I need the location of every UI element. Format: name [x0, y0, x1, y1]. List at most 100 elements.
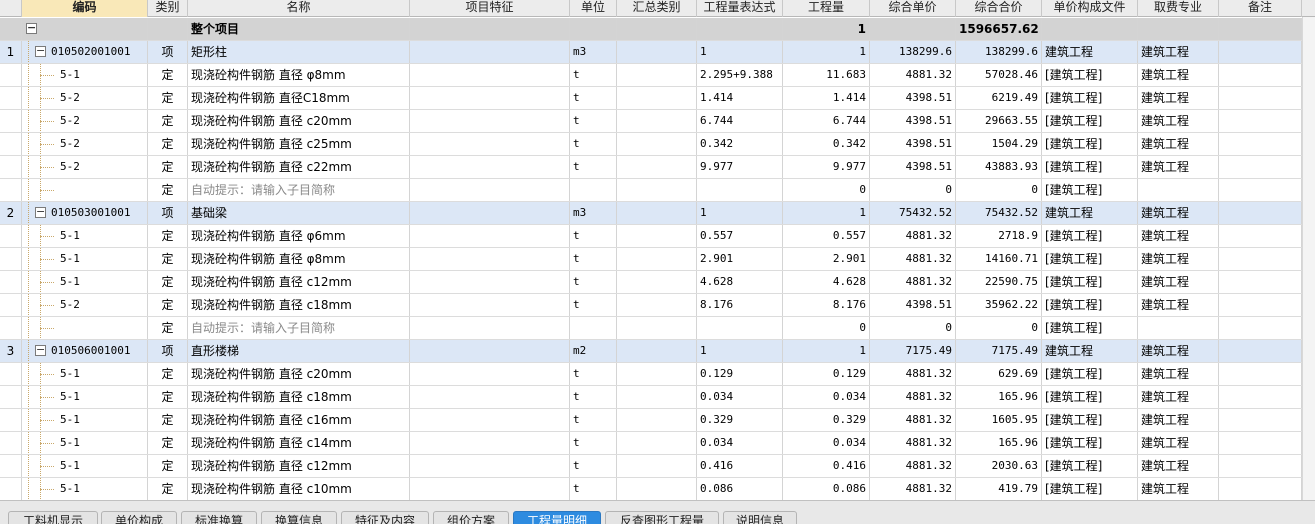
cell-uprice[interactable]: 4881.32: [870, 432, 956, 454]
tab-2[interactable]: 单价构成: [101, 511, 177, 524]
cell-idx[interactable]: [0, 432, 22, 454]
quota-row[interactable]: 5-2 定现浇砼构件钢筋 直径 c20mm t 6.744 6.744 4398.51 29…: [0, 110, 1315, 133]
cell-feature[interactable]: [410, 294, 570, 316]
cell-uprice[interactable]: 4398.51: [870, 156, 956, 178]
column-header-total[interactable]: 综合合价: [956, 0, 1042, 17]
cell-name[interactable]: 现浇砼构件钢筋 直径 c25mm: [188, 133, 410, 155]
cell-major[interactable]: [1138, 18, 1219, 40]
cell-type[interactable]: 定: [148, 294, 188, 316]
cell-summary[interactable]: [617, 133, 697, 155]
cell-file[interactable]: [建筑工程]: [1042, 225, 1138, 247]
cell-summary[interactable]: [617, 363, 697, 385]
cell-name[interactable]: 现浇砼构件钢筋 直径 c18mm: [188, 386, 410, 408]
cell-code[interactable]: −: [22, 18, 148, 40]
cell-total[interactable]: 419.79: [956, 478, 1042, 500]
cell-code[interactable]: 5-1: [22, 225, 148, 247]
cell-uprice[interactable]: 4398.51: [870, 87, 956, 109]
cell-type[interactable]: 定: [148, 409, 188, 431]
cell-type[interactable]: 定: [148, 271, 188, 293]
cell-name[interactable]: 自动提示：请输入子目简称: [188, 317, 410, 339]
cell-major[interactable]: 建筑工程: [1138, 409, 1219, 431]
cell-idx[interactable]: 3: [0, 340, 22, 362]
cell-uprice[interactable]: 4398.51: [870, 133, 956, 155]
cell-qty[interactable]: 0.129: [783, 363, 870, 385]
cell-major[interactable]: 建筑工程: [1138, 432, 1219, 454]
cell-expr[interactable]: 2.901: [697, 248, 783, 270]
cell-uprice[interactable]: 4881.32: [870, 478, 956, 500]
cell-type[interactable]: 定: [148, 110, 188, 132]
cell-file[interactable]: [建筑工程]: [1042, 317, 1138, 339]
cell-type[interactable]: 定: [148, 455, 188, 477]
cell-note[interactable]: [1219, 271, 1302, 293]
cell-name[interactable]: 矩形柱: [188, 41, 410, 63]
cell-uprice[interactable]: 4881.32: [870, 409, 956, 431]
cell-uprice[interactable]: 4881.32: [870, 271, 956, 293]
bill-item-row[interactable]: 1−010502001001 项矩形柱 m3 1 1 138299.6 138299.6 建筑…: [0, 41, 1315, 64]
bill-item-row[interactable]: 2−010503001001 项基础梁 m3 1 1 75432.52 75432.52 建筑…: [0, 202, 1315, 225]
cell-major[interactable]: 建筑工程: [1138, 363, 1219, 385]
cell-note[interactable]: [1219, 248, 1302, 270]
cell-note[interactable]: [1219, 409, 1302, 431]
cell-unit[interactable]: [570, 179, 617, 201]
cell-code[interactable]: 5-2: [22, 133, 148, 155]
cell-qty[interactable]: 2.901: [783, 248, 870, 270]
cell-note[interactable]: [1219, 317, 1302, 339]
cell-expr[interactable]: 0.034: [697, 386, 783, 408]
cell-idx[interactable]: [0, 179, 22, 201]
cell-feature[interactable]: [410, 271, 570, 293]
cell-note[interactable]: [1219, 179, 1302, 201]
cell-name[interactable]: 现浇砼构件钢筋 直径 c12mm: [188, 455, 410, 477]
cell-note[interactable]: [1219, 386, 1302, 408]
cell-unit[interactable]: m2: [570, 340, 617, 362]
cell-name[interactable]: 现浇砼构件钢筋 直径 c10mm: [188, 478, 410, 500]
bill-item-row[interactable]: 3−010506001001 项直形楼梯 m2 1 1 7175.49 7175.49 建筑工…: [0, 340, 1315, 363]
cell-note[interactable]: [1219, 432, 1302, 454]
collapse-icon[interactable]: −: [26, 22, 37, 34]
cell-file[interactable]: [建筑工程]: [1042, 409, 1138, 431]
cell-type[interactable]: 定: [148, 225, 188, 247]
cell-unit[interactable]: t: [570, 432, 617, 454]
cell-major[interactable]: 建筑工程: [1138, 87, 1219, 109]
cell-note[interactable]: [1219, 87, 1302, 109]
cell-major[interactable]: 建筑工程: [1138, 41, 1219, 63]
cell-idx[interactable]: [0, 156, 22, 178]
cell-file[interactable]: [建筑工程]: [1042, 87, 1138, 109]
cell-feature[interactable]: [410, 225, 570, 247]
cell-note[interactable]: [1219, 225, 1302, 247]
cell-file[interactable]: [建筑工程]: [1042, 64, 1138, 86]
cell-total[interactable]: 57028.46: [956, 64, 1042, 86]
tab-1[interactable]: 工料机显示: [8, 511, 98, 524]
cell-summary[interactable]: [617, 455, 697, 477]
cell-expr[interactable]: 0.034: [697, 432, 783, 454]
cell-code[interactable]: 5-1: [22, 386, 148, 408]
column-header-major[interactable]: 取费专业: [1138, 0, 1219, 17]
cell-major[interactable]: 建筑工程: [1138, 271, 1219, 293]
cell-name[interactable]: 基础梁: [188, 202, 410, 224]
cell-uprice[interactable]: 4881.32: [870, 386, 956, 408]
tab-4[interactable]: 换算信息: [261, 511, 337, 524]
cell-major[interactable]: 建筑工程: [1138, 294, 1219, 316]
cell-summary[interactable]: [617, 87, 697, 109]
cell-expr[interactable]: 4.628: [697, 271, 783, 293]
cell-idx[interactable]: [0, 294, 22, 316]
cell-uprice[interactable]: 0: [870, 179, 956, 201]
column-header-code[interactable]: 编码: [22, 0, 148, 17]
cell-expr[interactable]: 1.414: [697, 87, 783, 109]
cell-qty[interactable]: 8.176: [783, 294, 870, 316]
cell-note[interactable]: [1219, 156, 1302, 178]
cell-summary[interactable]: [617, 225, 697, 247]
cell-code[interactable]: [22, 317, 148, 339]
quota-row[interactable]: 5-2 定现浇砼构件钢筋 直径 c22mm t 9.977 9.977 4398.51 43…: [0, 156, 1315, 179]
quota-row[interactable]: 5-2 定现浇砼构件钢筋 直径C18mm t 1.414 1.414 4398.51 621…: [0, 87, 1315, 110]
cell-summary[interactable]: [617, 317, 697, 339]
cell-idx[interactable]: 2: [0, 202, 22, 224]
cell-qty[interactable]: 0: [783, 179, 870, 201]
cell-unit[interactable]: t: [570, 110, 617, 132]
cell-idx[interactable]: [0, 18, 22, 40]
cell-name[interactable]: 现浇砼构件钢筋 直径 c20mm: [188, 110, 410, 132]
cell-expr[interactable]: 0.557: [697, 225, 783, 247]
cell-uprice[interactable]: 4881.32: [870, 248, 956, 270]
quota-row[interactable]: 5-1 定现浇砼构件钢筋 直径 c12mm t 0.416 0.416 4881.32 20…: [0, 455, 1315, 478]
cell-code[interactable]: 5-2: [22, 87, 148, 109]
cell-idx[interactable]: [0, 478, 22, 500]
